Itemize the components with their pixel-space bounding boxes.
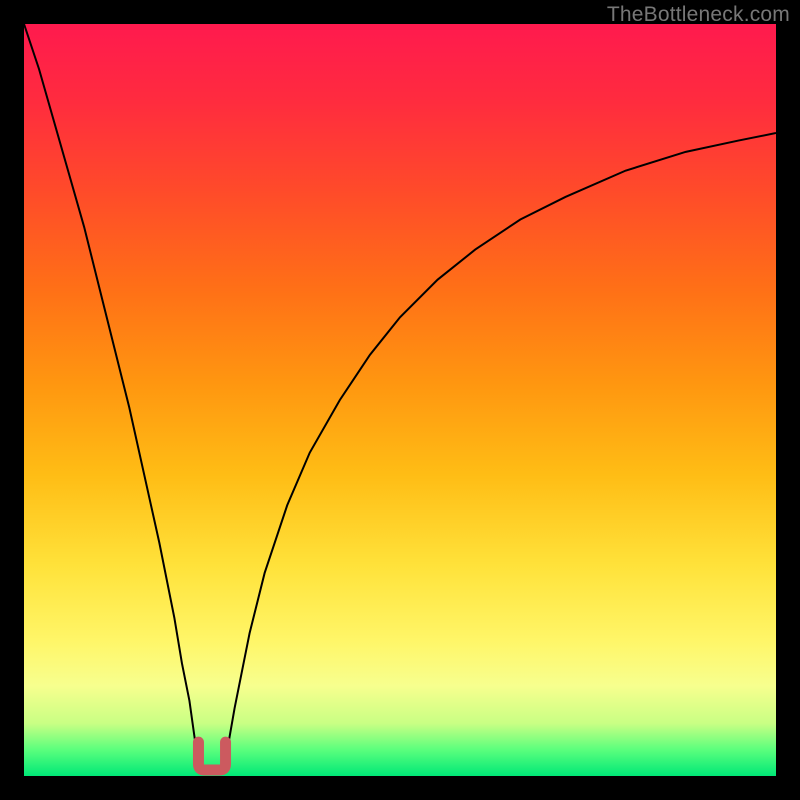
bottleneck-chart (24, 24, 776, 776)
gradient-background (24, 24, 776, 776)
chart-frame (24, 24, 776, 776)
